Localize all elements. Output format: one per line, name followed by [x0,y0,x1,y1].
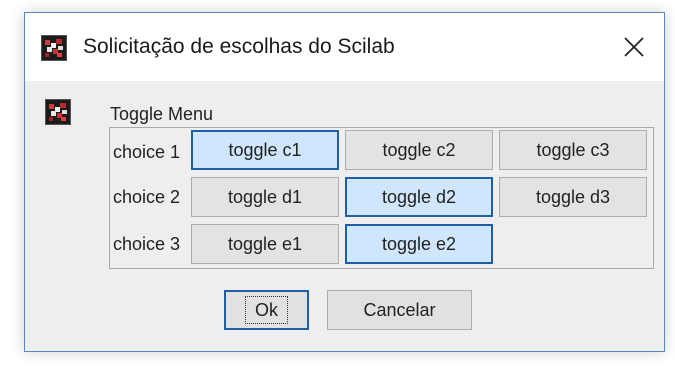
toggle-c1-button[interactable]: toggle c1 [191,130,339,170]
toggle-d1-button[interactable]: toggle d1 [191,177,339,217]
scilab-icon [41,35,67,61]
scilab-icon [45,99,71,125]
choice-1-label: choice 1 [113,142,181,162]
ok-button-label: Ok [244,296,289,324]
toggle-c2-button[interactable]: toggle c2 [345,130,493,170]
toggle-menu-label: Toggle Menu [110,104,214,124]
ok-button[interactable]: Ok [224,290,309,330]
cancel-button[interactable]: Cancelar [327,290,472,330]
close-icon [624,37,644,57]
toggle-d3-button[interactable]: toggle d3 [499,177,647,217]
toggle-d2-button[interactable]: toggle d2 [345,177,493,217]
choice-3-label: choice 3 [113,234,181,254]
toggle-e2-button[interactable]: toggle e2 [345,224,493,264]
choose-dialog: Solicitação de escolhas do Scilab Toggle… [24,12,665,352]
toggle-e1-button[interactable]: toggle e1 [191,224,339,264]
choice-2-label: choice 2 [113,187,181,207]
choices-panel: choice 1 toggle c1 toggle c2 toggle c3 c… [109,127,654,269]
title-bar[interactable]: Solicitação de escolhas do Scilab [25,13,664,81]
close-button[interactable] [612,25,656,69]
window-title: Solicitação de escolhas do Scilab [83,35,395,58]
toggle-c3-button[interactable]: toggle c3 [499,130,647,170]
